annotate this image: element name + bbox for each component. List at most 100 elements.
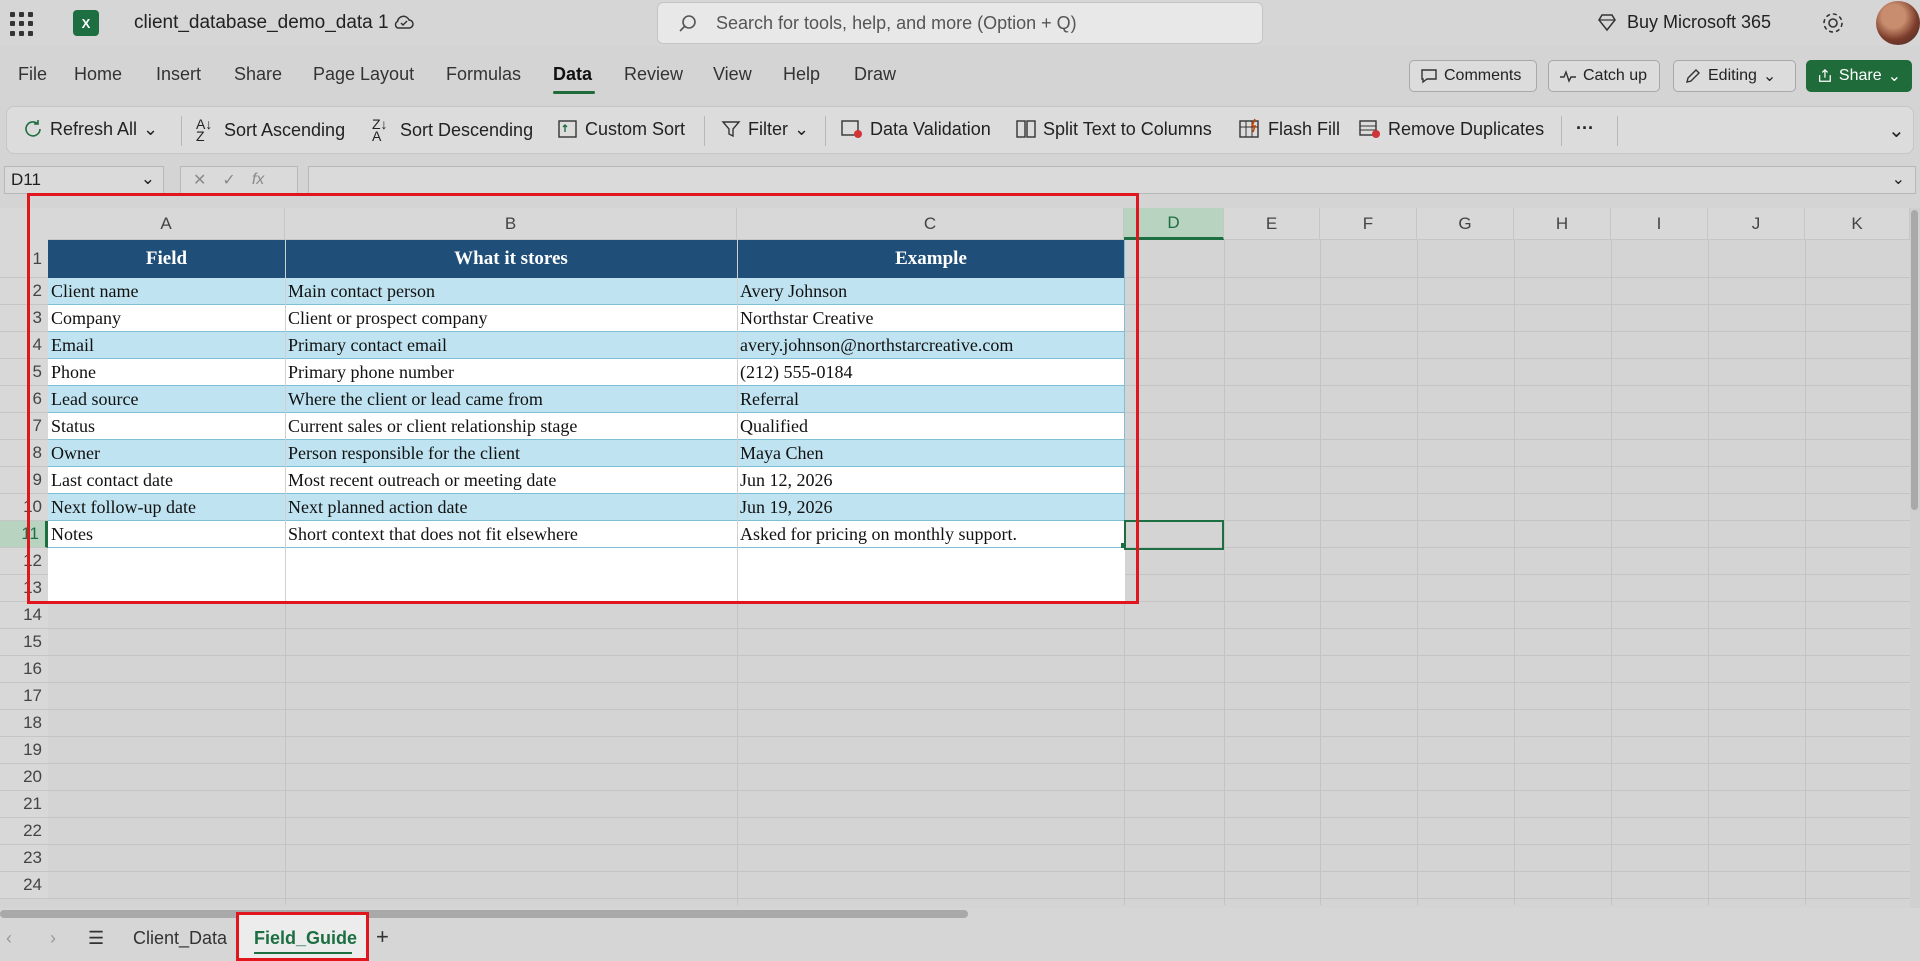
grid-hline [48,844,1910,845]
function-fx-icon[interactable]: fx [252,171,264,189]
refresh-all-label: Refresh All [50,118,138,139]
row-header-17[interactable]: 17 [0,683,48,710]
ribbon-collapse-chevron-icon[interactable]: ⌄ [1888,118,1905,143]
sort-ascending-button[interactable]: A↓ Z Sort Ascending [196,116,346,144]
editing-label: Editing [1708,67,1757,84]
custom-sort-label: Custom Sort [585,118,686,139]
flash-fill-label: Flash Fill [1268,118,1341,139]
title-bar: X client_database_demo_data 1 Search for… [0,0,1920,46]
column-header-e[interactable]: E [1224,208,1320,240]
share-button[interactable]: Share ⌄ [1806,60,1912,92]
chevron-down-icon: ⌄ [794,118,810,139]
pulse-icon [1560,69,1576,83]
refresh-all-button[interactable]: Refresh All ⌄ [22,118,158,140]
row-header-24[interactable]: 24 [0,872,48,899]
column-header-h[interactable]: H [1514,208,1611,240]
selected-cell-d11[interactable] [1124,520,1224,550]
horizontal-scroll-thumb[interactable] [0,910,968,918]
row-header-22[interactable]: 22 [0,818,48,845]
flash-fill-icon [1239,118,1259,138]
sort-ascending-icon: A↓ Z [196,116,213,144]
comment-icon [1421,69,1437,84]
active-tab-indicator [553,91,595,94]
catch-up-button[interactable]: Catch up [1548,60,1660,92]
row-header-19[interactable]: 19 [0,737,48,764]
custom-sort-button[interactable]: Custom Sort [557,118,685,140]
app-launcher-icon[interactable] [10,12,34,36]
row-header-23[interactable]: 23 [0,845,48,872]
filter-button[interactable]: Filter ⌄ [720,118,809,140]
share-icon [1819,68,1831,82]
grid-hline [48,817,1910,818]
remove-duplicates-icon [1359,120,1380,138]
tab-page-layout[interactable]: Page Layout [313,64,414,85]
data-validation-button[interactable]: Data Validation [840,118,991,140]
row-header-16[interactable]: 16 [0,656,48,683]
formula-input[interactable]: ⌄ [308,166,1916,194]
grid-vline [1224,240,1225,905]
grid-hline [48,682,1910,683]
active-sheet-indicator [254,952,352,954]
vertical-scroll-thumb[interactable] [1911,210,1918,510]
split-text-label: Split Text to Columns [1043,118,1212,139]
ribbon-separator [1561,116,1562,146]
sheet-tab-client-data[interactable]: Client_Data [133,928,227,949]
column-header-j[interactable]: J [1708,208,1805,240]
name-box[interactable]: D11 ⌄ [4,166,164,194]
grid-vline [1514,240,1515,905]
search-placeholder: Search for tools, help, and more (Option… [716,13,1077,33]
add-sheet-plus-icon[interactable]: + [376,924,389,950]
tab-home[interactable]: Home [74,64,122,85]
table-highlight-box [27,193,1139,604]
remove-duplicates-button[interactable]: Remove Duplicates [1358,118,1544,140]
tab-help[interactable]: Help [783,64,820,85]
column-header-i[interactable]: I [1611,208,1708,240]
confirm-check-icon[interactable]: ✓ [222,170,235,190]
expand-formula-chevron-icon[interactable]: ⌄ [1892,169,1905,189]
ribbon-separator [1617,116,1618,146]
sort-descending-label: Sort Descending [400,119,534,140]
row-header-20[interactable]: 20 [0,764,48,791]
sheet-tab-field-guide[interactable]: Field_Guide [236,912,369,961]
column-header-f[interactable]: F [1320,208,1417,240]
row-header-18[interactable]: 18 [0,710,48,737]
prev-sheet-chevron-icon[interactable]: ‹ [6,928,12,949]
tab-share[interactable]: Share [234,64,282,85]
flash-fill-button[interactable]: Flash Fill [1238,118,1340,140]
grid-hline [48,790,1910,791]
row-header-21[interactable]: 21 [0,791,48,818]
buy-microsoft-365-link[interactable]: Buy Microsoft 365 [1627,12,1771,33]
cloud-saved-icon[interactable] [392,10,416,34]
column-header-d[interactable]: D [1124,208,1224,240]
grid-hline [48,898,1910,899]
split-text-to-columns-button[interactable]: Split Text to Columns [1015,118,1212,140]
row-header-14[interactable]: 14 [0,602,48,629]
comments-button[interactable]: Comments [1409,60,1537,92]
grid-vline [1417,240,1418,905]
ribbon-separator [181,116,182,146]
sort-ascending-label: Sort Ascending [224,119,346,140]
tab-file[interactable]: File [18,64,47,85]
sort-descending-button[interactable]: Z↓ A Sort Descending [372,117,534,143]
tab-review[interactable]: Review [624,64,683,85]
cancel-icon[interactable]: ✕ [193,170,206,190]
user-avatar[interactable] [1876,1,1920,45]
grid-hline [48,736,1910,737]
tab-insert[interactable]: Insert [156,64,201,85]
tab-view[interactable]: View [713,64,752,85]
editing-mode-button[interactable]: Editing ⌄ [1673,60,1796,92]
tab-data[interactable]: Data [553,64,592,85]
settings-gear-icon[interactable] [1820,10,1846,36]
grid-hline [48,628,1910,629]
all-sheets-menu-icon[interactable]: ☰ [88,928,104,949]
tab-draw[interactable]: Draw [854,64,896,85]
document-title[interactable]: client_database_demo_data 1 [134,12,389,34]
row-header-15[interactable]: 15 [0,629,48,656]
next-sheet-chevron-icon[interactable]: › [50,928,56,949]
search-box[interactable]: Search for tools, help, and more (Option… [657,2,1263,44]
column-header-k[interactable]: K [1805,208,1910,240]
more-options-button[interactable]: ··· [1576,118,1594,139]
split-columns-icon [1016,120,1036,138]
column-header-g[interactable]: G [1417,208,1514,240]
tab-formulas[interactable]: Formulas [446,64,521,85]
